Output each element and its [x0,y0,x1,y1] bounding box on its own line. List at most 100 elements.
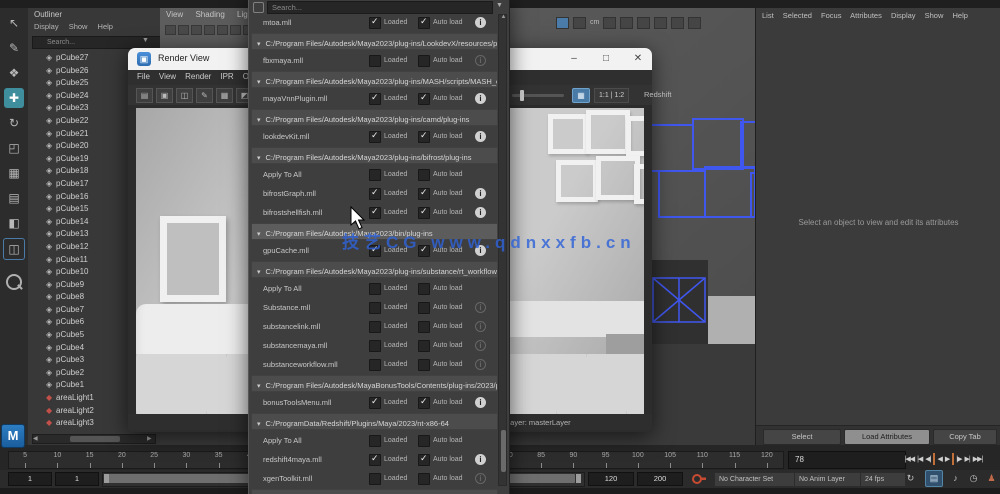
collapse-caret-icon[interactable]: ▾ [257,117,261,124]
move-tool-icon[interactable]: ✚ [4,88,24,108]
exposure-slider-thumb[interactable] [520,90,524,101]
menu-view[interactable]: View [159,72,176,81]
chevron-down-icon[interactable]: ▼ [496,2,503,9]
copy-tab-button[interactable]: Copy Tab [933,429,997,445]
timeline-tick[interactable]: 115 [719,452,751,468]
autoload-checkbox[interactable] [418,301,430,314]
loaded-checkbox[interactable] [369,358,381,371]
loaded-checkbox[interactable] [369,453,381,466]
plugin-path-header[interactable]: ▾Other Registered Plugins [251,489,498,494]
loop-playback-icon[interactable]: ↻ [903,471,918,485]
menu-display[interactable]: Display [891,11,916,20]
plugin-path-header[interactable]: ▾ C:/Program Files/Autodesk/Maya2023/plug… [251,71,498,88]
plugin-path-header[interactable]: ▾ C:/Program Files/Autodesk/Maya2023/plug… [251,147,498,164]
plugin-path-header[interactable]: ▾ C:/Program Files/Autodesk/MayaBonusTool… [251,375,498,392]
status-icon[interactable] [688,16,702,29]
playback-button[interactable]: ▶| [964,455,970,463]
info-icon[interactable]: i [475,93,486,104]
loaded-checkbox[interactable] [369,130,381,143]
loaded-checkbox[interactable] [369,206,381,219]
autoload-checkbox[interactable] [418,54,430,67]
collapse-caret-icon[interactable]: ▾ [257,79,261,86]
load-attributes-button[interactable]: Load Attributes [844,429,930,445]
playback-button[interactable]: ▶▶| [973,455,984,463]
display-rgb-button[interactable]: ▦ [572,88,590,103]
playback-button[interactable]: |◀◀ [905,455,916,463]
maximize-icon[interactable]: □ [598,51,614,67]
playback-button[interactable]: ▶ [945,455,950,463]
playback-button[interactable]: ◀ [938,455,943,463]
menu-help[interactable]: Help [952,11,967,20]
loaded-checkbox[interactable] [369,301,381,314]
playback-button[interactable]: ◀| [925,455,931,463]
collapse-caret-icon[interactable]: ▾ [257,41,261,48]
autoload-checkbox[interactable] [418,130,430,143]
loaded-checkbox[interactable] [369,434,381,447]
sound-icon[interactable]: ♪ [948,471,963,485]
autoload-checkbox[interactable] [418,339,430,352]
playback-start-field[interactable]: 1 [8,472,52,486]
menu-file[interactable]: File [137,72,150,81]
status-icon[interactable] [620,16,634,29]
info-icon[interactable]: i [475,359,486,370]
menu-show[interactable]: Show [69,22,88,31]
info-icon[interactable]: i [475,131,486,142]
layout-four-pane-icon[interactable]: ▤ [4,188,24,208]
viewport-toolbar-icon[interactable] [165,25,176,35]
loaded-checkbox[interactable] [369,282,381,295]
autoload-checkbox[interactable] [418,396,430,409]
autoload-checkbox[interactable] [418,92,430,105]
timeline-tick[interactable]: 85 [525,452,557,468]
timeline-tick[interactable]: 20 [106,452,138,468]
auto-keyframe-icon[interactable] [692,472,706,485]
collapse-caret-icon[interactable]: ▾ [257,269,261,276]
magnifier-icon[interactable] [6,274,22,290]
autoload-checkbox[interactable] [418,16,430,29]
timeline-tick[interactable]: 120 [751,452,783,468]
viewport-toolbar-icon[interactable] [191,25,202,35]
info-icon[interactable]: i [475,321,486,332]
scroll-left-icon[interactable]: ◀ [33,435,38,443]
selected-wireframe-square[interactable] [692,118,744,170]
plugin-scroll-thumb[interactable] [501,430,506,472]
playback-button[interactable]: |▶ [956,455,962,463]
selected-wireframe-square[interactable] [658,170,706,218]
collapse-caret-icon[interactable]: ▾ [257,421,261,428]
autoload-checkbox[interactable] [418,168,430,181]
info-icon[interactable]: i [475,340,486,351]
status-icon[interactable] [556,16,569,29]
timeline-tick[interactable]: 30 [170,452,202,468]
timeline-tick[interactable]: 35 [203,452,235,468]
layout-outliner-pane-icon[interactable]: ◫ [3,238,25,260]
loaded-checkbox[interactable] [369,396,381,409]
autoload-checkbox[interactable] [418,453,430,466]
status-icon[interactable] [671,16,685,29]
paint-select-tool-icon[interactable]: ❖ [4,63,24,83]
timeline-tick[interactable]: 5 [9,452,41,468]
collapse-caret-icon[interactable]: ▾ [257,231,261,238]
autoload-checkbox[interactable] [418,320,430,333]
renderer-label[interactable]: Redshift [644,90,672,99]
menu-view[interactable]: View [166,10,183,19]
select-tool-icon[interactable]: ↖ [4,13,24,33]
anim-end-field[interactable]: 120 [588,472,634,486]
layout-split-pane-icon[interactable]: ◧ [4,213,24,233]
rotate-tool-icon[interactable]: ↻ [4,113,24,133]
menu-attributes[interactable]: Attributes [850,11,882,20]
outliner-hscroll-thumb[interactable] [70,436,120,442]
menu-help[interactable]: Help [98,22,113,31]
status-icon[interactable] [573,16,586,29]
viewport-toolbar-icon[interactable] [178,25,189,35]
render-tool-icon[interactable]: ✎ [196,88,213,103]
info-icon[interactable]: i [475,188,486,199]
autoload-checkbox[interactable] [418,206,430,219]
plugin-path-header[interactable]: ▾ C:/Program Files/Autodesk/Maya2023/plug… [251,33,498,50]
plugin-path-header[interactable]: ▾ C:/Program Files/Autodesk/Maya2023/plug… [251,109,498,126]
timeline-tick[interactable]: 90 [557,452,589,468]
info-icon[interactable]: i [475,302,486,313]
autoload-checkbox[interactable] [418,358,430,371]
autoload-checkbox[interactable] [418,472,430,485]
range-handle-left[interactable] [104,474,109,483]
info-icon[interactable]: i [475,207,486,218]
render-tool-icon[interactable]: ▤ [136,88,153,103]
